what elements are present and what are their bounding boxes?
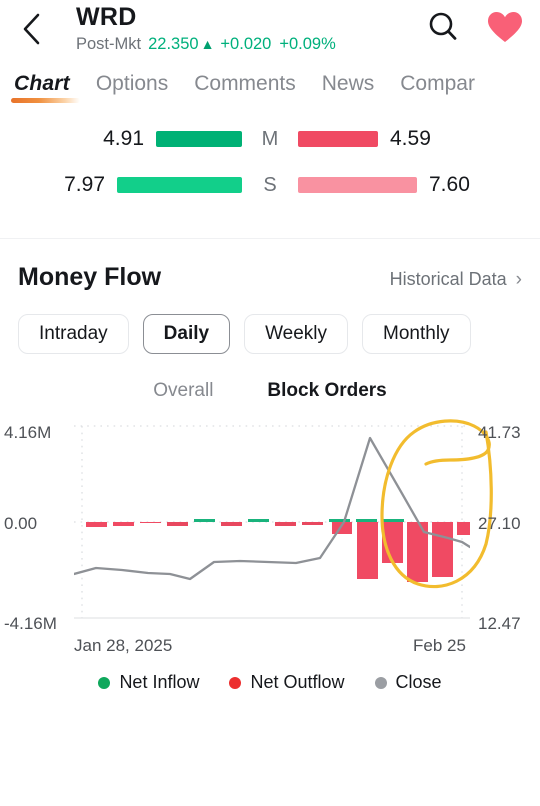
size-label-small: S [263, 173, 277, 196]
tab-compare[interactable]: Compar [400, 72, 475, 103]
bar-outflow [432, 522, 453, 577]
y-axis-min-label: -4.16M [4, 614, 57, 633]
money-flow-title: Money Flow [18, 263, 162, 291]
bar-inflow [194, 519, 215, 522]
size-row-small: 7.97 S 7.60 [0, 170, 540, 200]
tab-active-underline [11, 98, 80, 103]
y2-axis-min-label: 12.47 [478, 614, 521, 633]
tab-news[interactable]: News [322, 72, 375, 103]
money-flow-chart[interactable]: 4.16M 0.00 -4.16M 41.73 27.10 12.47 Jan … [0, 416, 540, 656]
flow-subtabs: Overall Block Orders [18, 380, 522, 402]
title-block: WRD Post-Mkt 22.350 ▲ +0.020 +0.09% [76, 2, 336, 54]
quote-price: 22.350 [148, 35, 199, 53]
search-icon [429, 12, 457, 40]
section-tabs: Chart Options Comments News Compar [0, 72, 540, 114]
small-outflow-value: 7.60 [429, 173, 470, 196]
bar-outflow [140, 522, 161, 523]
legend-net-inflow[interactable]: Net Inflow [98, 672, 199, 693]
period-daily[interactable]: Daily [142, 314, 231, 354]
period-selector: Intraday Daily Weekly Monthly [18, 314, 522, 354]
medium-inflow-value: 4.91 [103, 127, 144, 150]
back-button[interactable] [14, 8, 50, 50]
period-monthly[interactable]: Monthly [362, 314, 471, 354]
y2-axis-max-label: 41.73 [478, 423, 521, 442]
money-flow-section: Money Flow Historical Data › Intraday Da… [0, 239, 540, 402]
y-axis-zero-label: 0.00 [4, 514, 37, 533]
historical-data-label: Historical Data [389, 269, 507, 289]
tab-chart[interactable]: Chart [11, 72, 80, 103]
price-up-arrow-icon: ▲ [200, 36, 215, 52]
favorite-button[interactable] [484, 6, 526, 48]
tab-options[interactable]: Options [96, 72, 168, 103]
bar-outflow [302, 522, 323, 525]
bar-outflow [113, 522, 134, 526]
search-button[interactable] [422, 6, 464, 48]
legend-close-label: Close [395, 672, 442, 692]
small-outflow-bar [298, 177, 417, 193]
bar-outflow [86, 522, 107, 527]
subtab-overall[interactable]: Overall [153, 380, 213, 402]
small-outflow-group: 7.60 [298, 173, 540, 197]
session-label: Post-Mkt [76, 35, 142, 53]
bar-outflow [457, 522, 470, 535]
legend-net-outflow[interactable]: Net Outflow [229, 672, 345, 693]
tab-comments[interactable]: Comments [194, 72, 296, 103]
period-intraday[interactable]: Intraday [18, 314, 129, 354]
bar-inflow [383, 519, 404, 522]
medium-inflow-bar [156, 131, 242, 147]
chevron-right-icon: › [515, 269, 522, 290]
medium-outflow-group: 4.59 [298, 127, 540, 151]
historical-data-link[interactable]: Historical Data › [390, 269, 522, 290]
legend-outflow-label: Net Outflow [250, 672, 345, 692]
legend-inflow-dot-icon [98, 676, 111, 689]
quote-row: Post-Mkt 22.350 ▲ +0.020 +0.09% [76, 34, 336, 54]
price-change: +0.020 [220, 35, 272, 53]
bar-outflow [221, 522, 242, 526]
bar-inflow [248, 519, 269, 522]
bar-inflow [329, 519, 350, 522]
subtab-block-orders[interactable]: Block Orders [267, 380, 386, 402]
money-flow-header: Money Flow Historical Data › [18, 263, 522, 292]
heart-icon [488, 11, 522, 42]
ticker-symbol: WRD [76, 3, 137, 31]
chevron-left-icon [23, 13, 40, 45]
x-axis-start-label: Jan 28, 2025 [74, 636, 172, 655]
medium-inflow-group: 4.91 [0, 127, 242, 151]
legend-close[interactable]: Close [374, 672, 442, 693]
size-row-medium: 4.91 M 4.59 [0, 124, 540, 154]
x-axis-end-label: Feb 25 [413, 636, 466, 655]
bar-outflow [357, 522, 378, 579]
legend-inflow-label: Net Inflow [119, 672, 200, 692]
header-actions [422, 6, 526, 48]
y-axis-max-label: 4.16M [4, 423, 51, 442]
small-inflow-group: 7.97 [0, 173, 242, 197]
size-label-medium: M [261, 127, 279, 150]
order-size-bars: 4.91 M 4.59 7.97 S 7.60 [0, 114, 540, 200]
legend-outflow-dot-icon [229, 676, 242, 689]
chart-svg: 4.16M 0.00 -4.16M 41.73 27.10 12.47 Jan … [4, 419, 521, 655]
app-header: WRD Post-Mkt 22.350 ▲ +0.020 +0.09% [0, 0, 540, 72]
medium-outflow-bar [298, 131, 378, 147]
legend-close-dot-icon [374, 676, 387, 689]
small-inflow-bar [117, 177, 242, 193]
medium-outflow-value: 4.59 [390, 127, 431, 150]
bar-inflow [356, 519, 377, 522]
price-change-percent: +0.09% [279, 35, 336, 53]
small-inflow-value: 7.97 [64, 173, 105, 196]
chart-legend: Net Inflow Net Outflow Close [0, 672, 540, 693]
tab-chart-label: Chart [14, 72, 70, 95]
period-weekly[interactable]: Weekly [244, 314, 349, 354]
bar-outflow [167, 522, 188, 526]
y2-axis-mid-label: 27.10 [478, 514, 521, 533]
stock-detail-screen: WRD Post-Mkt 22.350 ▲ +0.020 +0.09% Char… [0, 0, 540, 806]
bar-outflow [407, 522, 428, 582]
bar-outflow [275, 522, 296, 526]
